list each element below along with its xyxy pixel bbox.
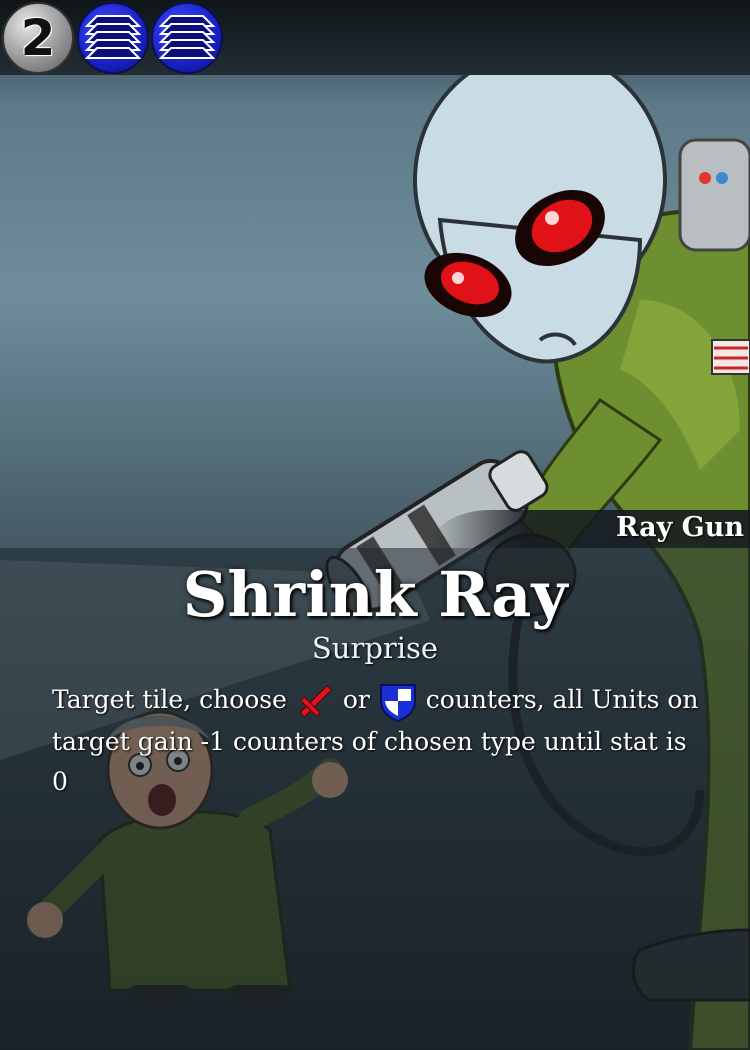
rules-text: Target tile, choose or counters, all Uni…: [52, 680, 702, 802]
blue-shield-icon: [379, 683, 416, 722]
cost-value: 2: [20, 9, 56, 67]
card-type: Ray Gun: [616, 512, 744, 543]
cost-badge: 2: [2, 2, 74, 74]
rules-part-1: Target tile, choose: [52, 685, 287, 714]
card-title: Shrink Ray: [182, 558, 568, 631]
rules-or: or: [342, 685, 370, 714]
game-card[interactable]: 2 Ray Gun Shrink Ray Surprise Target til…: [0, 0, 750, 1050]
blue-resource-icon: [77, 2, 149, 74]
card-subtype: Surprise: [311, 631, 439, 665]
red-sword-icon: [299, 684, 332, 718]
blue-resource-icon: [151, 2, 223, 74]
